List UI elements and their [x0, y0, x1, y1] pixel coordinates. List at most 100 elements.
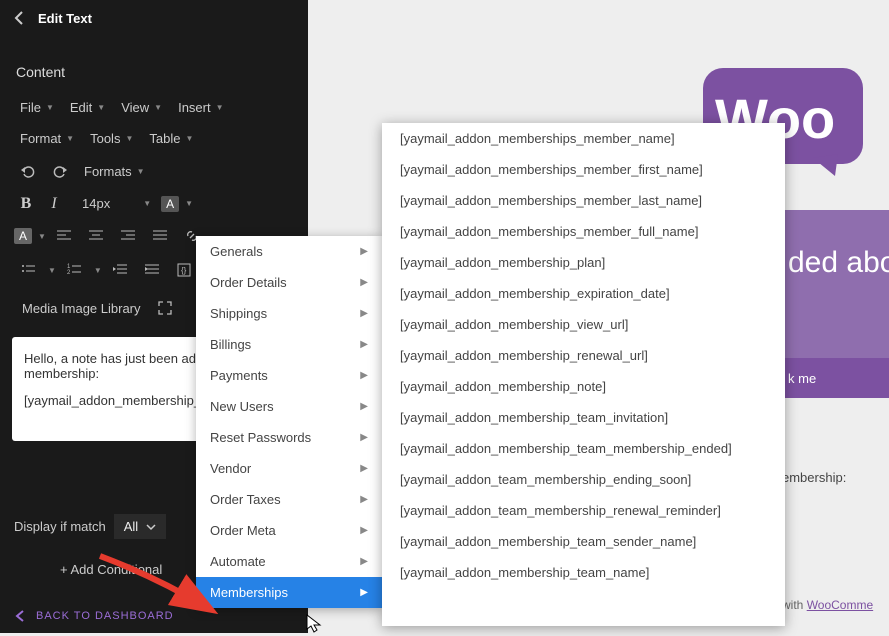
italic-button[interactable]: I [42, 195, 66, 213]
menu-file[interactable]: File▼ [14, 96, 60, 119]
chevron-right-icon: ▶ [360, 339, 368, 350]
menu-vendor[interactable]: Vendor▶ [196, 453, 382, 484]
chevron-right-icon: ▶ [360, 587, 368, 598]
chevron-right-icon: ▶ [360, 463, 368, 474]
menu-newusers[interactable]: New Users▶ [196, 391, 382, 422]
media-library-button[interactable]: Media Image Library [22, 301, 141, 316]
chevron-down-icon: ▼ [46, 103, 54, 112]
list-ul-icon[interactable] [14, 257, 42, 283]
menu-orderdetails[interactable]: Order Details▶ [196, 267, 382, 298]
chevron-right-icon: ▶ [360, 432, 368, 443]
fullscreen-icon[interactable] [151, 295, 179, 321]
shortcode-item[interactable]: [yaymail_addon_membership_team_invitatio… [382, 402, 785, 433]
menu-insert[interactable]: Insert▼ [172, 96, 229, 119]
display-select[interactable]: All [114, 514, 166, 539]
shortcode-list-menu: [yaymail_addon_memberships_member_name] … [382, 123, 785, 626]
shortcode-item[interactable]: [yaymail_addon_membership_team_sender_na… [382, 526, 785, 557]
shortcode-category-menu: Generals▶ Order Details▶ Shippings▶ Bill… [196, 236, 382, 608]
back-to-dashboard[interactable]: BACK TO DASHBOARD [14, 609, 294, 623]
shortcode-item[interactable]: [yaymail_addon_team_membership_renewal_r… [382, 495, 785, 526]
shortcode-item[interactable]: [yaymail_addon_membership_plan] [382, 247, 785, 278]
membership-text: embership: [782, 470, 846, 485]
indent-icon[interactable] [138, 257, 166, 283]
list-ol-icon[interactable]: 12 [60, 257, 88, 283]
text-color-button[interactable]: A [161, 196, 179, 212]
email-cta-button-label: k me [788, 371, 816, 386]
align-right-icon[interactable] [114, 223, 142, 249]
svg-text:{}: {} [181, 266, 187, 275]
menu-ordermeta[interactable]: Order Meta▶ [196, 515, 382, 546]
menu-resetpw[interactable]: Reset Passwords▶ [196, 422, 382, 453]
align-center-icon[interactable] [82, 223, 110, 249]
shortcode-item[interactable]: [yaymail_addon_team_membership_ending_so… [382, 464, 785, 495]
redo-icon[interactable] [46, 158, 74, 184]
chevron-down-icon: ▼ [216, 103, 224, 112]
menu-tools[interactable]: Tools▼ [84, 127, 139, 150]
email-cta-button[interactable]: k me [782, 358, 889, 398]
shortcode-item[interactable]: [yaymail_addon_memberships_member_full_n… [382, 216, 785, 247]
menu-shippings[interactable]: Shippings▶ [196, 298, 382, 329]
menu-ordertaxes[interactable]: Order Taxes▶ [196, 484, 382, 515]
shortcode-item[interactable]: [yaymail_addon_membership_expiration_dat… [382, 278, 785, 309]
chevron-down-icon: ▼ [137, 167, 145, 176]
menu-table[interactable]: Table▼ [143, 127, 199, 150]
built-with-text: with WooComme [782, 598, 873, 612]
chevron-down-icon: ▼ [143, 199, 151, 208]
bold-button[interactable]: B [14, 195, 38, 213]
align-left-icon[interactable] [50, 223, 78, 249]
chevron-down-icon: ▼ [185, 199, 193, 208]
chevron-down-icon: ▼ [154, 103, 162, 112]
shortcode-item[interactable]: [yaymail_addon_membership_team_membershi… [382, 433, 785, 464]
svg-text:2: 2 [67, 270, 71, 276]
chevron-down-icon: ▼ [94, 266, 102, 275]
add-conditional-button[interactable]: + Add Conditional [60, 562, 162, 577]
chevron-down-icon [146, 522, 156, 532]
woocommerce-link[interactable]: WooComme [807, 598, 873, 612]
outdent-icon[interactable] [106, 257, 134, 283]
chevron-down-icon: ▼ [185, 134, 193, 143]
menu-billings[interactable]: Billings▶ [196, 329, 382, 360]
shortcode-item[interactable]: [yaymail_addon_membership_note] [382, 371, 785, 402]
chevron-right-icon: ▶ [360, 525, 368, 536]
align-justify-icon[interactable] [146, 223, 174, 249]
menu-memberships[interactable]: Memberships▶ [196, 577, 382, 608]
back-icon[interactable] [12, 10, 28, 26]
menu-generals[interactable]: Generals▶ [196, 236, 382, 267]
bg-color-button[interactable]: A [14, 228, 32, 244]
menu-automate[interactable]: Automate▶ [196, 546, 382, 577]
chevron-down-icon: ▼ [66, 134, 74, 143]
display-condition: Display if match All [14, 514, 166, 539]
chevron-right-icon: ▶ [360, 494, 368, 505]
content-label: Content [0, 36, 308, 92]
chevron-right-icon: ▶ [360, 246, 368, 257]
menu-view[interactable]: View▼ [115, 96, 168, 119]
chevron-down-icon: ▼ [125, 134, 133, 143]
menu-format[interactable]: Format▼ [14, 127, 80, 150]
shortcode-item[interactable]: [yaymail_addon_membership_team_name] [382, 557, 785, 588]
email-header-text: ded abo [788, 246, 889, 279]
page-title: Edit Text [38, 11, 92, 26]
menu-edit[interactable]: Edit▼ [64, 96, 111, 119]
chevron-right-icon: ▶ [360, 308, 368, 319]
chevron-right-icon: ▶ [360, 370, 368, 381]
chevron-down-icon: ▼ [48, 266, 56, 275]
chevron-down-icon: ▼ [97, 103, 105, 112]
editor-header: Edit Text [0, 0, 308, 36]
chevron-right-icon: ▶ [360, 556, 368, 567]
chevron-right-icon: ▶ [360, 401, 368, 412]
shortcode-item[interactable]: [yaymail_addon_memberships_member_name] [382, 123, 785, 154]
shortcode-item[interactable]: [yaymail_addon_membership_view_url] [382, 309, 785, 340]
chevron-down-icon: ▼ [38, 232, 46, 241]
shortcode-item[interactable]: [yaymail_addon_memberships_member_last_n… [382, 185, 785, 216]
formats-dropdown[interactable]: Formats▼ [78, 160, 151, 183]
shortcode-item[interactable]: [yaymail_addon_memberships_member_first_… [382, 154, 785, 185]
back-arrow-icon [14, 609, 28, 623]
shortcode-list-scroll[interactable]: [yaymail_addon_memberships_member_name] … [382, 123, 785, 626]
display-label: Display if match [14, 519, 106, 534]
menu-payments[interactable]: Payments▶ [196, 360, 382, 391]
fontsize-dropdown[interactable]: 14px▼ [76, 192, 157, 215]
undo-icon[interactable] [14, 158, 42, 184]
shortcodes-icon[interactable]: {} [170, 257, 198, 283]
shortcode-item[interactable]: [yaymail_addon_membership_renewal_url] [382, 340, 785, 371]
chevron-right-icon: ▶ [360, 277, 368, 288]
